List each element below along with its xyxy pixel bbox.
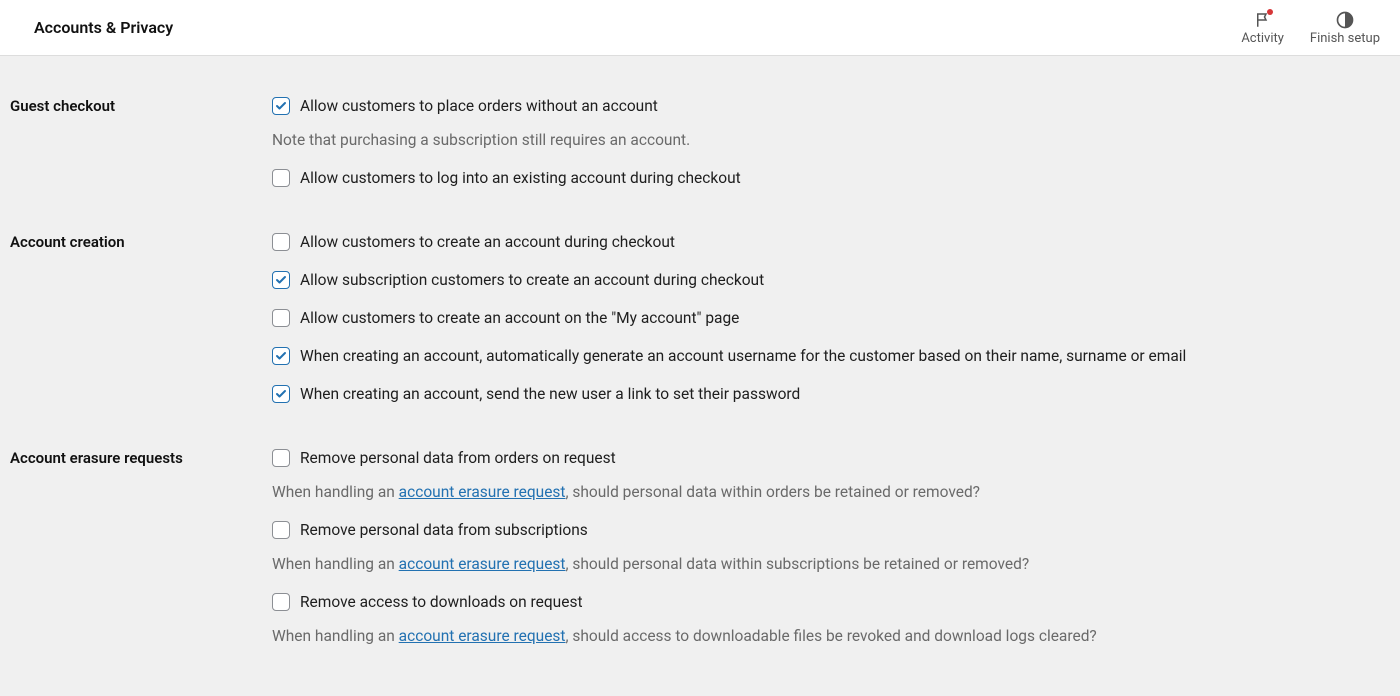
note-text-before: When handling an (272, 627, 399, 645)
note-text-before: When handling an (272, 483, 399, 501)
option-sub-create-checkout: Allow subscription customers to create a… (272, 270, 1390, 290)
activity-label: Activity (1241, 31, 1284, 46)
notification-dot-icon (1267, 9, 1273, 15)
checkbox-label: Remove access to downloads on request (300, 592, 583, 612)
checkbox-create-myaccount[interactable] (272, 309, 290, 327)
checkbox-login-existing[interactable] (272, 169, 290, 187)
guest-checkout-section: Guest checkout Allow customers to place … (10, 96, 1390, 188)
note-text-after: , should personal data within subscripti… (565, 555, 1029, 573)
account-creation-title: Account creation (10, 232, 272, 404)
checkbox-create-checkout[interactable] (272, 233, 290, 251)
note-erase-subscriptions: When handling an account erasure request… (272, 554, 1390, 574)
checkbox-label: Remove personal data from subscriptions (300, 520, 588, 540)
note-erase-orders: When handling an account erasure request… (272, 482, 1390, 502)
note-text-after: , should personal data within orders be … (565, 483, 980, 501)
checkbox-label: Allow customers to place orders without … (300, 96, 658, 116)
checkbox-label: Allow customers to create an account on … (300, 308, 739, 328)
checkbox-erase-orders[interactable] (272, 449, 290, 467)
option-erase-downloads: Remove access to downloads on request Wh… (272, 592, 1390, 646)
page-title: Accounts & Privacy (34, 18, 173, 37)
checkbox-sub-create-checkout[interactable] (272, 271, 290, 289)
option-create-myaccount: Allow customers to create an account on … (272, 308, 1390, 328)
erasure-options: Remove personal data from orders on requ… (272, 448, 1390, 646)
option-login-existing: Allow customers to log into an existing … (272, 168, 1390, 188)
header: Accounts & Privacy Activity Finish setup (0, 0, 1400, 56)
settings-content: Guest checkout Allow customers to place … (0, 56, 1400, 686)
checkbox-erase-subscriptions[interactable] (272, 521, 290, 539)
finish-setup-label: Finish setup (1310, 31, 1380, 46)
option-allow-no-account: Allow customers to place orders without … (272, 96, 1390, 150)
checkbox-password-link[interactable] (272, 385, 290, 403)
option-auto-username: When creating an account, automatically … (272, 346, 1390, 366)
checkbox-label: When creating an account, send the new u… (300, 384, 800, 404)
half-circle-icon (1335, 10, 1355, 30)
guest-checkout-title: Guest checkout (10, 96, 272, 188)
option-create-checkout: Allow customers to create an account dur… (272, 232, 1390, 252)
checkbox-erase-downloads[interactable] (272, 593, 290, 611)
checkbox-auto-username[interactable] (272, 347, 290, 365)
checkbox-label: Remove personal data from orders on requ… (300, 448, 616, 468)
option-erase-subscriptions: Remove personal data from subscriptions … (272, 520, 1390, 574)
option-erase-orders: Remove personal data from orders on requ… (272, 448, 1390, 502)
finish-setup-button[interactable]: Finish setup (1310, 10, 1380, 46)
activity-button[interactable]: Activity (1241, 10, 1284, 46)
checkbox-allow-no-account[interactable] (272, 97, 290, 115)
account-creation-options: Allow customers to create an account dur… (272, 232, 1390, 404)
note-erase-downloads: When handling an account erasure request… (272, 626, 1390, 646)
erasure-request-link[interactable]: account erasure request (399, 483, 566, 501)
erasure-request-link[interactable]: account erasure request (399, 627, 566, 645)
guest-checkout-options: Allow customers to place orders without … (272, 96, 1390, 188)
checkbox-label: Allow customers to log into an existing … (300, 168, 741, 188)
checkbox-label: Allow subscription customers to create a… (300, 270, 764, 290)
account-creation-section: Account creation Allow customers to crea… (10, 232, 1390, 404)
checkbox-label: When creating an account, automatically … (300, 346, 1186, 366)
checkbox-label: Allow customers to create an account dur… (300, 232, 675, 252)
note-text-before: When handling an (272, 555, 399, 573)
erasure-title: Account erasure requests (10, 448, 272, 646)
erasure-section: Account erasure requests Remove personal… (10, 448, 1390, 646)
note-no-account: Note that purchasing a subscription stil… (272, 130, 1390, 150)
note-text-after: , should access to downloadable files be… (565, 627, 1096, 645)
erasure-request-link[interactable]: account erasure request (399, 555, 566, 573)
option-password-link: When creating an account, send the new u… (272, 384, 1390, 404)
header-actions: Activity Finish setup (1241, 10, 1380, 46)
flag-icon (1253, 10, 1273, 30)
